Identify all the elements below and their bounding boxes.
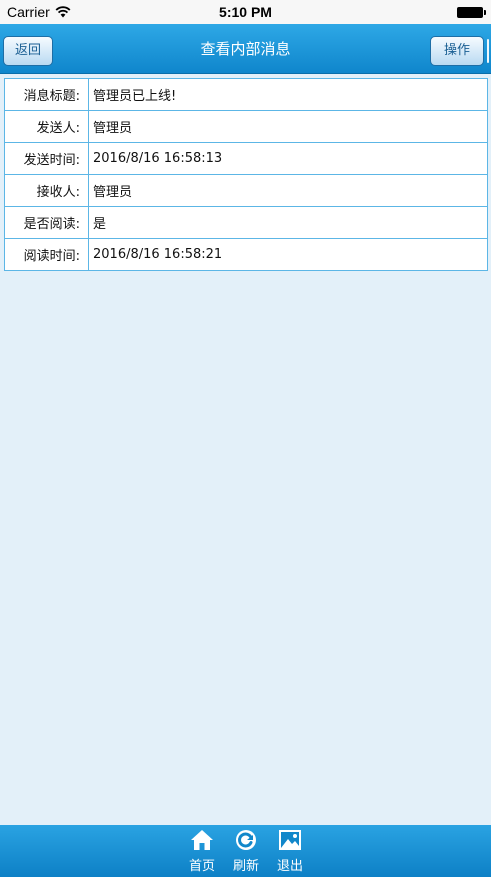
- tab-home[interactable]: 首页: [182, 828, 222, 874]
- table-row: 阅读时间: 2016/8/16 16:58:21: [4, 238, 488, 271]
- bottom-tab-bar: 首页 刷新 退出: [0, 825, 491, 877]
- navigation-bar: 返回 查看内部消息 操作: [0, 24, 491, 74]
- row-value: 2016/8/16 16:58:13: [88, 142, 488, 175]
- row-value: 管理员已上线!: [88, 78, 488, 111]
- battery-icon: [457, 7, 486, 18]
- tab-refresh-label: 刷新: [232, 859, 259, 874]
- row-value: 是: [88, 206, 488, 239]
- row-label: 消息标题:: [4, 78, 89, 111]
- tab-home-label: 首页: [188, 859, 215, 874]
- table-row: 发送人: 管理员: [4, 110, 488, 143]
- status-time: 5:10 PM: [219, 4, 272, 20]
- home-icon: [191, 830, 213, 850]
- row-label: 发送时间:: [4, 142, 89, 175]
- action-button[interactable]: 操作: [430, 36, 489, 66]
- row-value: 管理员: [88, 174, 488, 207]
- row-label: 阅读时间:: [4, 238, 89, 271]
- table-row: 消息标题: 管理员已上线!: [4, 78, 488, 111]
- tab-refresh[interactable]: 刷新: [226, 828, 266, 874]
- table-row: 是否阅读: 是: [4, 206, 488, 239]
- table-row: 发送时间: 2016/8/16 16:58:13: [4, 142, 488, 175]
- tab-exit-label: 退出: [276, 859, 303, 874]
- row-value: 管理员: [88, 110, 488, 143]
- row-label: 是否阅读:: [4, 206, 89, 239]
- status-bar: Carrier 5:10 PM: [0, 0, 491, 24]
- exit-image-icon: [279, 830, 301, 850]
- refresh-icon: [236, 830, 256, 850]
- row-label: 接收人:: [4, 174, 89, 207]
- row-label: 发送人:: [4, 110, 89, 143]
- page-title: 查看内部消息: [200, 40, 291, 58]
- row-value: 2016/8/16 16:58:21: [88, 238, 488, 271]
- message-detail-table: 消息标题: 管理员已上线! 发送人: 管理员 发送时间: 2016/8/16 1…: [4, 78, 488, 271]
- table-row: 接收人: 管理员: [4, 174, 488, 207]
- tab-exit[interactable]: 退出: [270, 828, 310, 874]
